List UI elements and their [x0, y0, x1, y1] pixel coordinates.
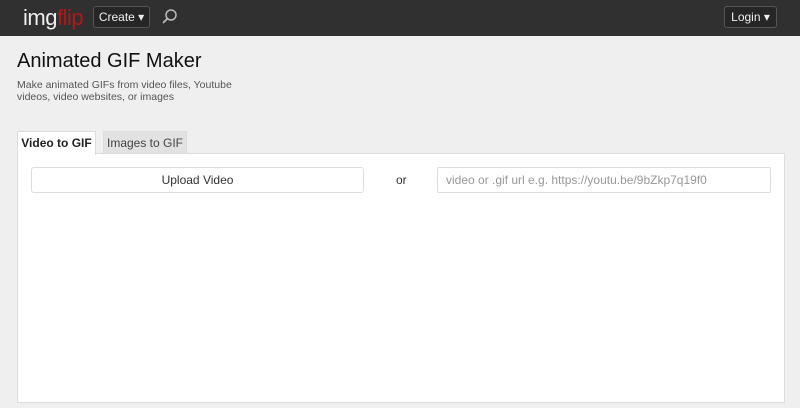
- page-title: Animated GIF Maker: [17, 50, 202, 72]
- video-to-gif-panel: Upload Video or: [17, 153, 785, 403]
- video-url-input[interactable]: [437, 167, 771, 193]
- upload-video-button[interactable]: Upload Video: [31, 167, 364, 193]
- imgflip-logo[interactable]: imgflip: [23, 5, 84, 31]
- create-menu-button[interactable]: Create ▾: [93, 6, 150, 28]
- logo-text-accent: flip: [56, 5, 84, 30]
- tab-images-to-gif[interactable]: Images to GIF: [103, 131, 187, 154]
- page-description: Make animated GIFs from video files, You…: [17, 79, 232, 103]
- tab-video-to-gif[interactable]: Video to GIF: [17, 131, 96, 155]
- logo-text: img: [23, 5, 57, 30]
- or-label: or: [396, 173, 407, 187]
- login-button[interactable]: Login ▾: [724, 6, 777, 28]
- top-bar: imgflip Create ▾ Login ▾: [0, 0, 800, 36]
- search-icon[interactable]: [160, 7, 180, 27]
